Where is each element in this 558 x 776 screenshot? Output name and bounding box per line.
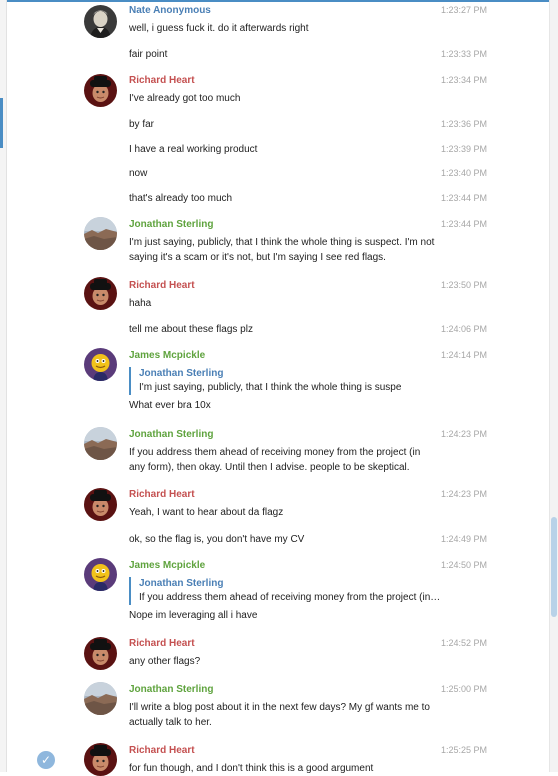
message-text: I'll write a blog post about it in the n… xyxy=(129,702,430,728)
message-timestamp: 1:25:00 PM xyxy=(440,684,487,694)
avatar-nate[interactable] xyxy=(84,5,117,38)
message-timestamp: 1:23:44 PM xyxy=(440,193,487,203)
message-timestamp: 1:24:14 PM xyxy=(440,350,487,360)
landscape-avatar-icon xyxy=(84,682,117,715)
scrollbar-track[interactable] xyxy=(549,0,558,772)
portrait-avatar-icon xyxy=(84,5,117,38)
message-list: Nate Anonymous 1:23:27 PM well, i guess … xyxy=(0,0,540,772)
message-text: If you address them ahead of receiving m… xyxy=(129,447,421,473)
sender-name[interactable]: Richard Heart xyxy=(129,489,195,500)
cartoon-avatar-icon xyxy=(84,348,117,381)
message-timestamp: 1:24:23 PM xyxy=(440,429,487,439)
reply-sender-name: Jonathan Sterling xyxy=(139,578,224,589)
sender-name[interactable]: James Mcpickle xyxy=(129,350,205,361)
message-timestamp: 1:24:50 PM xyxy=(440,560,487,570)
landscape-avatar-icon xyxy=(84,427,117,460)
sender-name[interactable]: Richard Heart xyxy=(129,638,195,649)
message-timestamp: 1:23:40 PM xyxy=(440,168,487,178)
sender-name[interactable]: Richard Heart xyxy=(129,75,195,86)
message-text: What ever bra 10x xyxy=(129,400,211,411)
message-timestamp: 1:24:23 PM xyxy=(440,489,487,499)
avatar-richard[interactable] xyxy=(84,488,117,521)
avatar-jonathan[interactable] xyxy=(84,682,117,715)
man-with-hat-avatar-icon xyxy=(84,637,117,670)
avatar-richard[interactable] xyxy=(84,637,117,670)
reply-quote[interactable]: Jonathan Sterling If you address them ah… xyxy=(129,577,441,605)
message-text: tell me about these flags plz xyxy=(129,324,253,335)
reply-text: I'm just saying, publicly, that I think … xyxy=(139,382,402,393)
sender-name[interactable]: Richard Heart xyxy=(129,745,195,756)
avatar-jonathan[interactable] xyxy=(84,427,117,460)
message-timestamp: 1:24:06 PM xyxy=(440,324,487,334)
sender-name[interactable]: Richard Heart xyxy=(129,280,195,291)
message-text: that's already too much xyxy=(129,193,233,204)
message-timestamp: 1:23:50 PM xyxy=(440,280,487,290)
avatar-james[interactable] xyxy=(84,348,117,381)
scrollbar-thumb[interactable] xyxy=(551,517,557,617)
message-timestamp: 1:23:33 PM xyxy=(440,49,487,59)
message-text: well, i guess fuck it. do it afterwards … xyxy=(129,23,309,34)
man-with-hat-avatar-icon xyxy=(84,743,117,776)
avatar-james[interactable] xyxy=(84,558,117,591)
sender-name[interactable]: Jonathan Sterling xyxy=(129,219,213,230)
message-timestamp: 1:24:49 PM xyxy=(440,534,487,544)
sender-name[interactable]: Nate Anonymous xyxy=(129,5,211,16)
man-with-hat-avatar-icon xyxy=(84,74,117,107)
sender-name[interactable]: Jonathan Sterling xyxy=(129,429,213,440)
message-text: by far xyxy=(129,119,155,130)
message-text: Yeah, I want to hear about da flagz xyxy=(129,507,284,518)
message-timestamp: 1:23:39 PM xyxy=(440,144,487,154)
avatar-richard[interactable] xyxy=(84,743,117,776)
message-text: I've already got too much xyxy=(129,93,241,104)
message-timestamp: 1:25:25 PM xyxy=(440,745,487,755)
landscape-avatar-icon xyxy=(84,217,117,250)
message-timestamp: 1:23:27 PM xyxy=(440,5,487,15)
reply-text: If you address them ahead of receiving m… xyxy=(139,592,441,603)
message-text: any other flags? xyxy=(129,656,201,667)
check-icon[interactable]: ✓ xyxy=(37,751,55,769)
sender-name[interactable]: James Mcpickle xyxy=(129,560,205,571)
message-text: now xyxy=(129,168,148,179)
cartoon-avatar-icon xyxy=(84,558,117,591)
message-text: haha xyxy=(129,298,152,309)
man-with-hat-avatar-icon xyxy=(84,488,117,521)
message-text: fair point xyxy=(129,49,168,60)
message-text: ok, so the flag is, you don't have my CV xyxy=(129,534,305,545)
message-text: for fun though, and I don't think this i… xyxy=(129,763,374,774)
avatar-richard[interactable] xyxy=(84,74,117,107)
message-timestamp: 1:24:52 PM xyxy=(440,638,487,648)
message-timestamp: 1:23:34 PM xyxy=(440,75,487,85)
message-text: I'm just saying, publicly, that I think … xyxy=(129,237,435,263)
avatar-jonathan[interactable] xyxy=(84,217,117,250)
message-text: Nope im leveraging all i have xyxy=(129,610,258,621)
man-with-hat-avatar-icon xyxy=(84,277,117,310)
message-text: I have a real working product xyxy=(129,144,258,155)
sender-name[interactable]: Jonathan Sterling xyxy=(129,684,213,695)
reply-quote[interactable]: Jonathan Sterling I'm just saying, publi… xyxy=(129,367,441,395)
avatar-richard[interactable] xyxy=(84,277,117,310)
message-timestamp: 1:23:44 PM xyxy=(440,219,487,229)
message-timestamp: 1:23:36 PM xyxy=(440,119,487,129)
reply-sender-name: Jonathan Sterling xyxy=(139,368,224,379)
